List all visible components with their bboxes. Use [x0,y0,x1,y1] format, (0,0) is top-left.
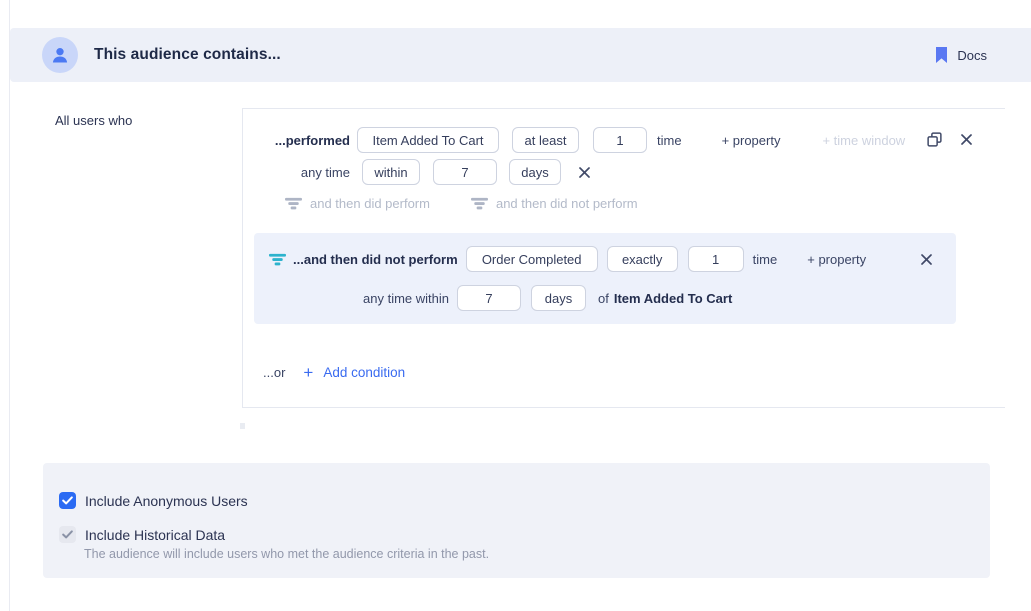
check-icon [62,530,73,539]
then-did-not-perform-link[interactable]: and then did not perform [471,196,638,211]
add-condition-button[interactable]: Add condition [323,365,405,380]
historical-data-checkbox[interactable] [59,526,76,543]
close-icon [579,167,590,178]
user-icon [50,45,70,65]
window-value-input[interactable] [433,159,497,185]
remove-condition-button[interactable] [961,134,972,145]
audience-builder-page: This audience contains... Docs All users… [0,0,1031,611]
duplicate-condition-button[interactable] [927,132,942,147]
operator-select-button[interactable]: at least [512,127,579,153]
sub-window-value-input[interactable] [457,285,521,311]
bookmark-icon [935,47,948,63]
plus-icon: + [303,364,313,381]
docs-link[interactable]: Docs [935,47,987,63]
then-links-row: and then did perform and then did not pe… [285,195,638,211]
docs-label: Docs [957,48,987,63]
then-did-perform-label: and then did perform [310,196,430,211]
any-time-label: any time [243,165,350,180]
subcondition-panel: ...and then did not perform Order Comple… [254,233,956,324]
sub-event-select-button[interactable]: Order Completed [466,246,598,272]
add-property-link[interactable]: + property [722,133,781,148]
of-label: of [598,291,609,306]
remove-time-window-button[interactable] [579,167,590,178]
subcondition-label: ...and then did not perform [293,252,458,267]
check-icon [62,496,73,505]
anchor-event-label: Item Added To Cart [614,291,732,306]
historical-data-description: The audience will include users who met … [84,547,489,561]
historical-data-label: Include Historical Data [85,527,225,543]
within-select-button[interactable]: within [362,159,420,185]
or-label: ...or [263,365,285,380]
anonymous-users-label: Include Anonymous Users [85,493,248,509]
performed-label: ...performed [243,133,350,148]
page-left-border [9,0,10,611]
sub-operator-select-button[interactable]: exactly [607,246,678,272]
historical-data-row: Include Historical Data [59,526,225,543]
subcondition-row-1: ...and then did not perform Order Comple… [269,246,956,272]
then-did-not-perform-label: and then did not perform [496,196,638,211]
remove-subcondition-button[interactable] [921,254,932,265]
filter-icon [285,197,302,210]
next-group-stub [240,423,245,429]
condition-group: ...performed Item Added To Cart at least… [242,108,1005,408]
close-icon [921,254,932,265]
then-did-perform-link[interactable]: and then did perform [285,196,430,211]
sub-time-unit-label: time [753,252,778,267]
time-unit-label: time [657,133,682,148]
filter-icon [471,197,488,210]
avatar [42,37,78,73]
window-unit-button[interactable]: days [509,159,561,185]
sub-window-label: any time within [254,291,449,306]
sub-count-input[interactable] [688,246,744,272]
audience-header: This audience contains... Docs [10,28,1031,82]
page-title: This audience contains... [94,46,281,64]
or-row: ...or + Add condition [263,364,405,381]
copy-icon [927,132,942,147]
anonymous-users-row: Include Anonymous Users [59,492,248,509]
close-icon [961,134,972,145]
condition-row-timewindow: any time within days [243,159,1005,185]
condition-row-performed: ...performed Item Added To Cart at least… [243,127,1005,153]
all-users-label: All users who [55,113,132,128]
funnel-filter-icon [269,253,286,266]
sub-add-property-link[interactable]: + property [807,252,866,267]
settings-panel: Include Anonymous Users Include Historic… [43,463,990,578]
anonymous-users-checkbox[interactable] [59,492,76,509]
count-input[interactable] [593,127,647,153]
add-time-window-link[interactable]: + time window [822,133,905,148]
sub-window-unit-button[interactable]: days [531,285,586,311]
subcondition-row-2: any time within days of Item Added To Ca… [254,285,956,311]
event-select-button[interactable]: Item Added To Cart [357,127,499,153]
